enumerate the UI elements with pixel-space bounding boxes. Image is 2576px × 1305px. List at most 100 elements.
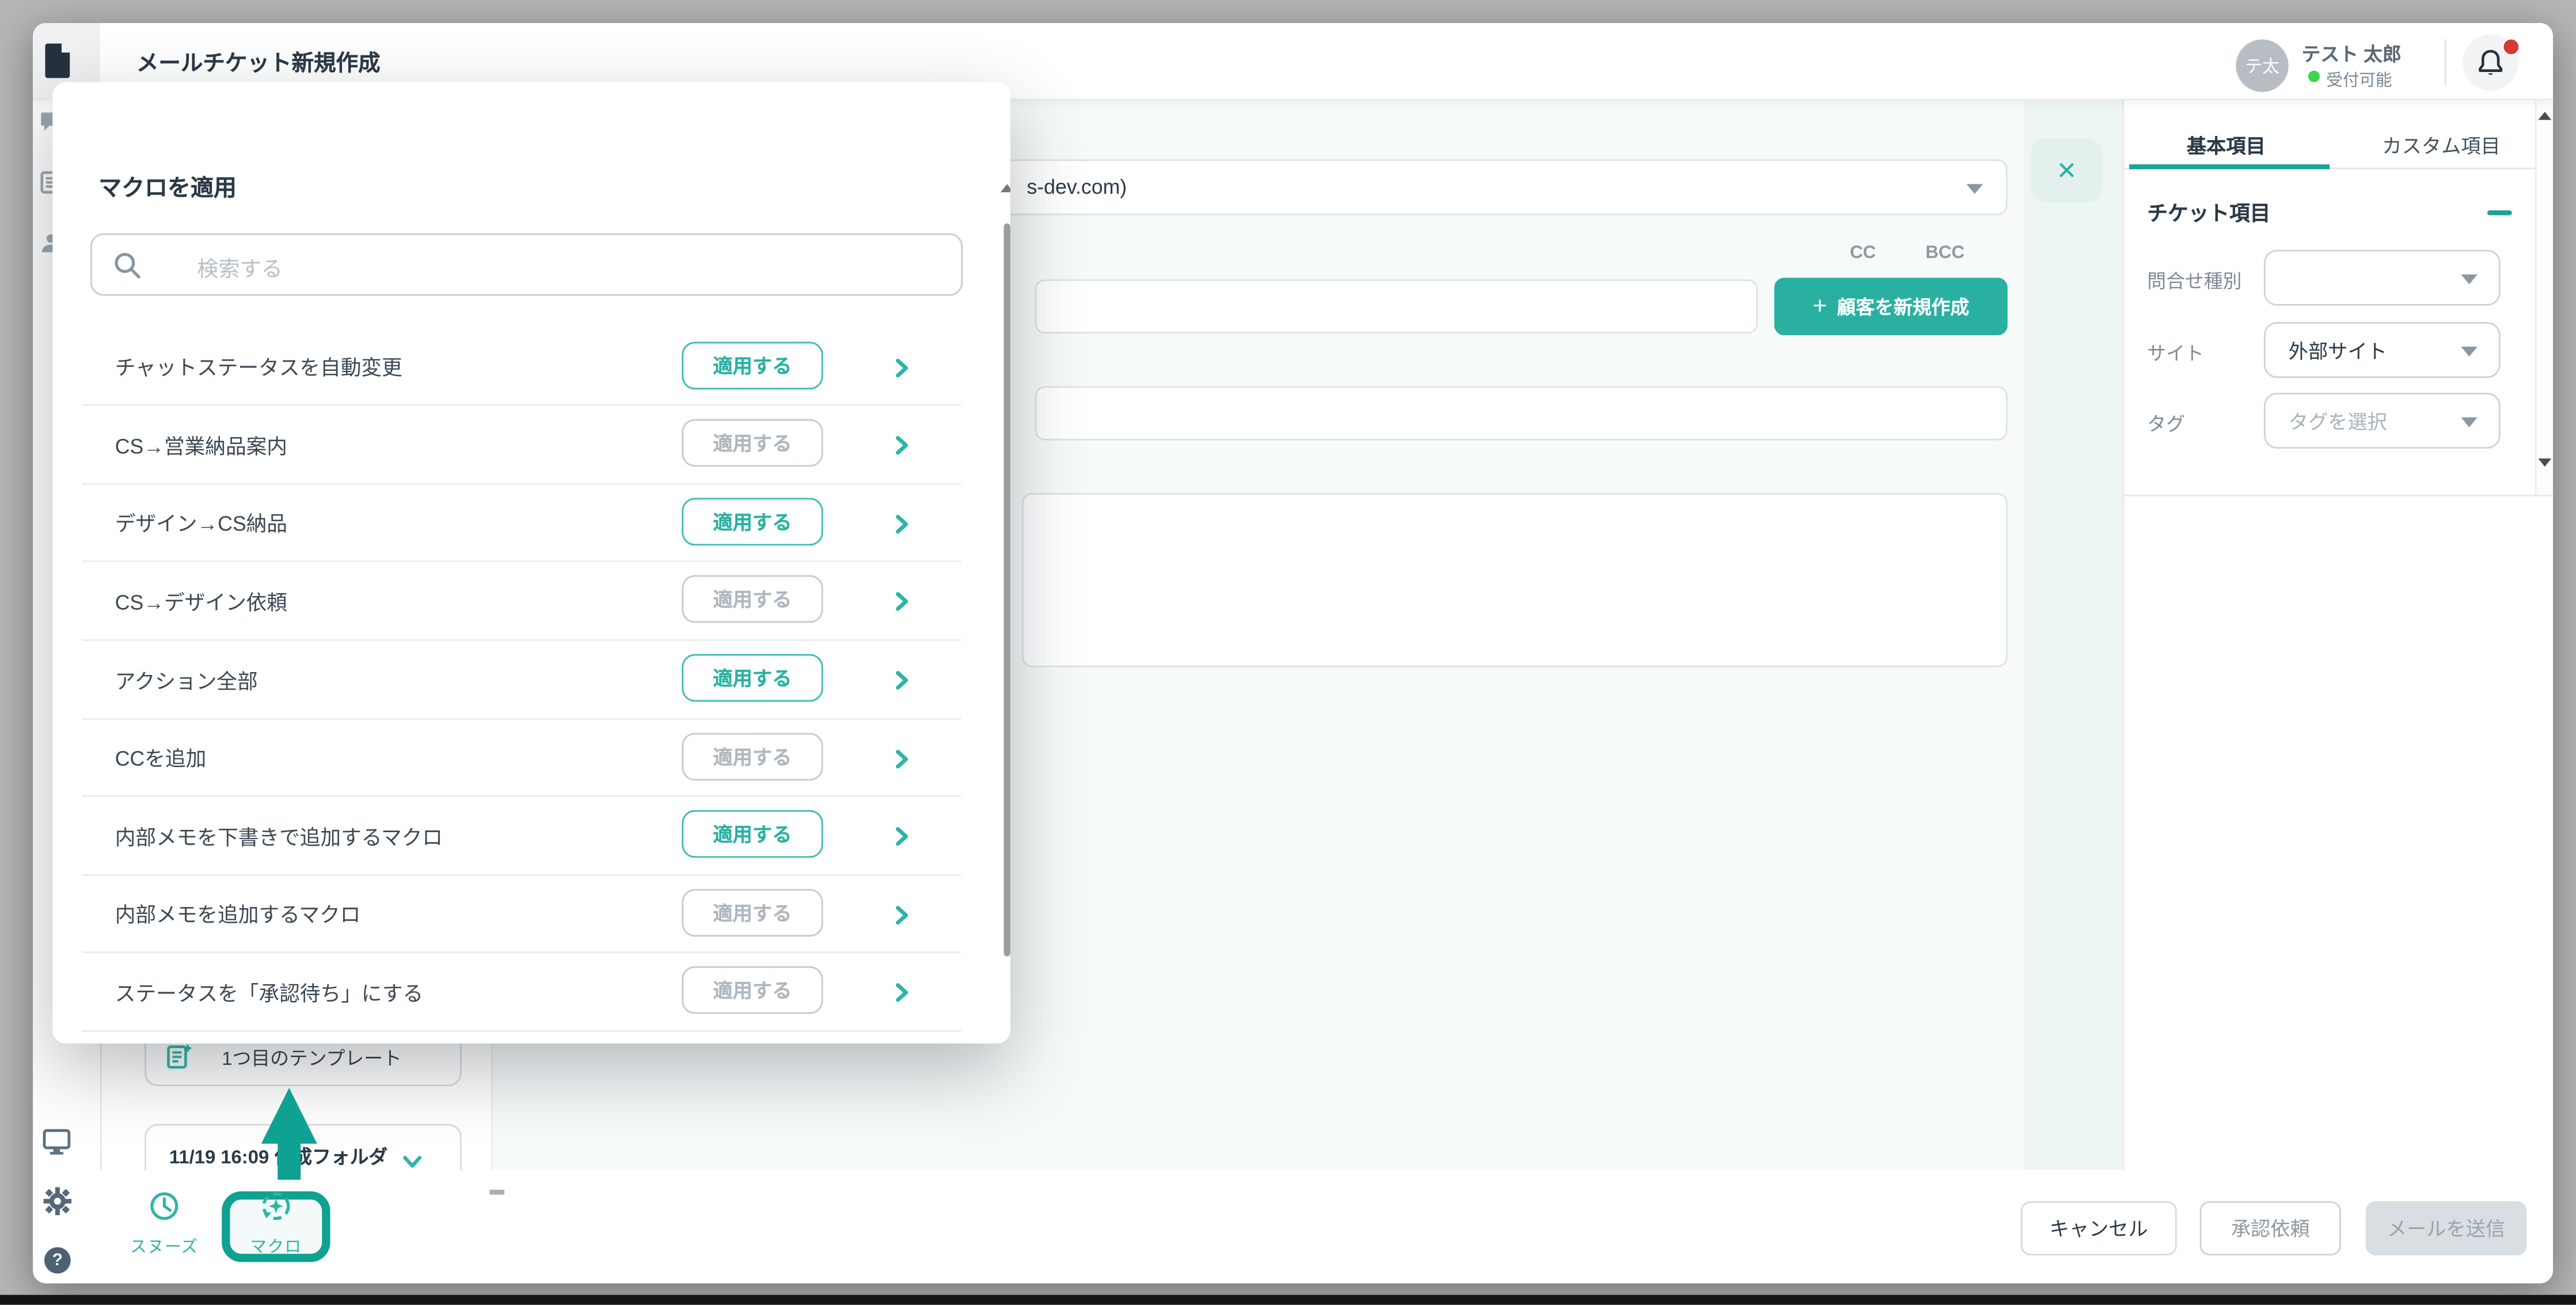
chevron-right-icon[interactable] [892, 904, 911, 923]
row-divider [82, 718, 962, 719]
chevron-right-icon[interactable] [892, 669, 911, 688]
user-name[interactable]: テスト 太郎 [2302, 41, 2402, 67]
screen-bottom-bar [0, 1295, 2576, 1304]
site-select[interactable]: 外部サイト [2264, 322, 2501, 378]
modal-scroll-up-icon[interactable] [1001, 184, 1010, 192]
macro-name: チャットステータスを自動変更 [115, 327, 402, 405]
macro-list-item: デザイン→CS納品 適用する [52, 483, 1010, 562]
modal-scrollbar-thumb[interactable] [1004, 223, 1009, 957]
apply-button[interactable]: 適用する [682, 732, 823, 780]
close-icon[interactable]: ✕ [2031, 138, 2103, 202]
chevron-right-icon[interactable] [892, 356, 911, 375]
chevron-right-icon[interactable] [892, 825, 911, 845]
macro-name: 内部メモを下書きで追加するマクロ [115, 796, 443, 875]
chevron-down-icon [2461, 275, 2478, 284]
chevron-right-icon[interactable] [892, 590, 911, 610]
plus-icon: + [1813, 293, 1827, 321]
template-doc-icon [166, 1044, 192, 1070]
field-label: 問合せ種別 [2147, 268, 2241, 294]
screen: ? ✕ s-dev.com) CC BCC + 顧客を新規作成 [0, 0, 2576, 1305]
tab-basic-fields[interactable]: 基本項目 [2122, 122, 2330, 168]
tag-select[interactable]: タグを選択 [2264, 393, 2501, 449]
chevron-down-icon [2461, 418, 2478, 427]
macro-list-item: ダイナミックプレースホルダーのテンプレを挿入 適用する [52, 1030, 1010, 1044]
avatar[interactable]: テ太 [2236, 39, 2288, 92]
macro-list-item: CS→デザイン依頼 適用する [52, 561, 1010, 640]
chevron-down-icon [1966, 184, 1983, 194]
modal-title: マクロを適用 [98, 171, 237, 204]
macro-name: 内部メモを追加するマクロ [115, 874, 361, 953]
chevron-right-icon[interactable] [892, 434, 911, 454]
macro-list-item: CS→営業納品案内 適用する [52, 404, 1010, 483]
search-placeholder: 検索する [197, 235, 282, 297]
help-icon[interactable]: ? [44, 1247, 71, 1274]
field-label: サイト [2147, 340, 2203, 367]
macro-name: ダイナミックプレースホルダーのテンプレを挿入 [115, 1030, 565, 1044]
chevron-down-icon [2461, 347, 2478, 356]
tab-custom-fields[interactable]: カスタム項目 [2330, 122, 2553, 168]
apply-button[interactable]: 適用する [682, 810, 823, 858]
snooze-clock-icon[interactable] [150, 1192, 179, 1221]
create-customer-button[interactable]: + 顧客を新規作成 [1775, 278, 2008, 335]
site-value: 外部サイト [2266, 336, 2387, 365]
chevron-right-icon[interactable] [892, 982, 911, 1001]
apply-button[interactable]: 適用する [682, 341, 823, 389]
close-column [2024, 98, 2122, 1170]
scroll-up-icon[interactable] [2538, 112, 2551, 120]
panel-scrollbar[interactable] [2535, 98, 2553, 495]
apply-button[interactable]: 適用する [682, 654, 823, 702]
cc-toggle[interactable]: CC [1850, 243, 1876, 263]
macro-list-item: チャットステータスを自動変更 適用する [52, 327, 1010, 405]
chevron-right-icon[interactable] [892, 747, 911, 767]
user-status: 受付可能 [2326, 66, 2392, 90]
panel-scroll-divider [2122, 495, 2553, 496]
bell-icon [2478, 48, 2504, 77]
from-select-value: s-dev.com) [1004, 161, 2006, 214]
field-label: タグ [2147, 411, 2185, 437]
notification-red-dot [2502, 38, 2520, 56]
snooze-button[interactable]: スヌーズ [125, 1232, 204, 1257]
topbar-divider [2445, 39, 2446, 85]
macro-list-item: アクション全部 適用する [52, 639, 1010, 718]
gear-icon[interactable] [43, 1186, 72, 1216]
monitor-icon[interactable] [43, 1129, 71, 1155]
scroll-down-icon[interactable] [2538, 458, 2551, 466]
body-textarea[interactable] [1022, 493, 2008, 667]
new-ticket-file-icon[interactable] [44, 43, 71, 79]
subject-input[interactable] [1035, 386, 2008, 441]
chevron-right-icon[interactable] [892, 513, 911, 532]
search-input[interactable]: 検索する [90, 233, 963, 295]
approval-request-button[interactable]: 承認依頼 [2200, 1201, 2341, 1255]
apply-button[interactable]: 適用する [682, 498, 823, 545]
bottom-toolbar [100, 1170, 2553, 1284]
arrow-annotation [250, 1084, 332, 1188]
tag-placeholder: タグを選択 [2266, 407, 2387, 435]
apply-button[interactable]: 適用する [682, 419, 823, 467]
macro-name: デザイン→CS納品 [115, 483, 287, 562]
macro-icon[interactable] [260, 1190, 292, 1223]
macro-name: アクション全部 [115, 639, 258, 718]
macro-name: ステータスを「承認待ち」にする [115, 952, 423, 1031]
apply-button[interactable]: 適用する [682, 576, 823, 624]
apply-button[interactable]: 適用する [682, 889, 823, 936]
send-mail-button[interactable]: メールを送信 [2366, 1201, 2527, 1255]
macro-list-item: CCを追加 適用する [52, 718, 1010, 796]
from-select[interactable]: s-dev.com) [1002, 160, 2008, 215]
macro-name: CS→営業納品案内 [115, 404, 287, 483]
active-tab-underline [2129, 164, 2330, 169]
to-input[interactable] [1035, 279, 1758, 333]
resize-dash [489, 1190, 504, 1194]
ticket-section-title: チケット項目 [2147, 196, 2270, 227]
search-icon [113, 252, 142, 280]
inquiry-type-select[interactable] [2264, 250, 2501, 306]
bcc-toggle[interactable]: BCC [1925, 243, 1965, 263]
apply-button[interactable]: 適用する [682, 967, 823, 1015]
macro-button[interactable]: マクロ [237, 1232, 316, 1257]
macro-list-item: ステータスを「承認待ち」にする 適用する [52, 952, 1010, 1031]
create-customer-label: 顧客を新規作成 [1837, 293, 1969, 320]
apply-macro-modal: マクロを適用 検索する チャットステータスを自動変更 適用する CS→営業納品案… [52, 82, 1010, 1044]
macro-name: CS→デザイン依頼 [115, 561, 287, 640]
macro-list-item: 内部メモを下書きで追加するマクロ 適用する [52, 796, 1010, 875]
cancel-button[interactable]: キャンセル [2021, 1201, 2177, 1255]
collapse-minus-icon[interactable] [2487, 210, 2512, 215]
